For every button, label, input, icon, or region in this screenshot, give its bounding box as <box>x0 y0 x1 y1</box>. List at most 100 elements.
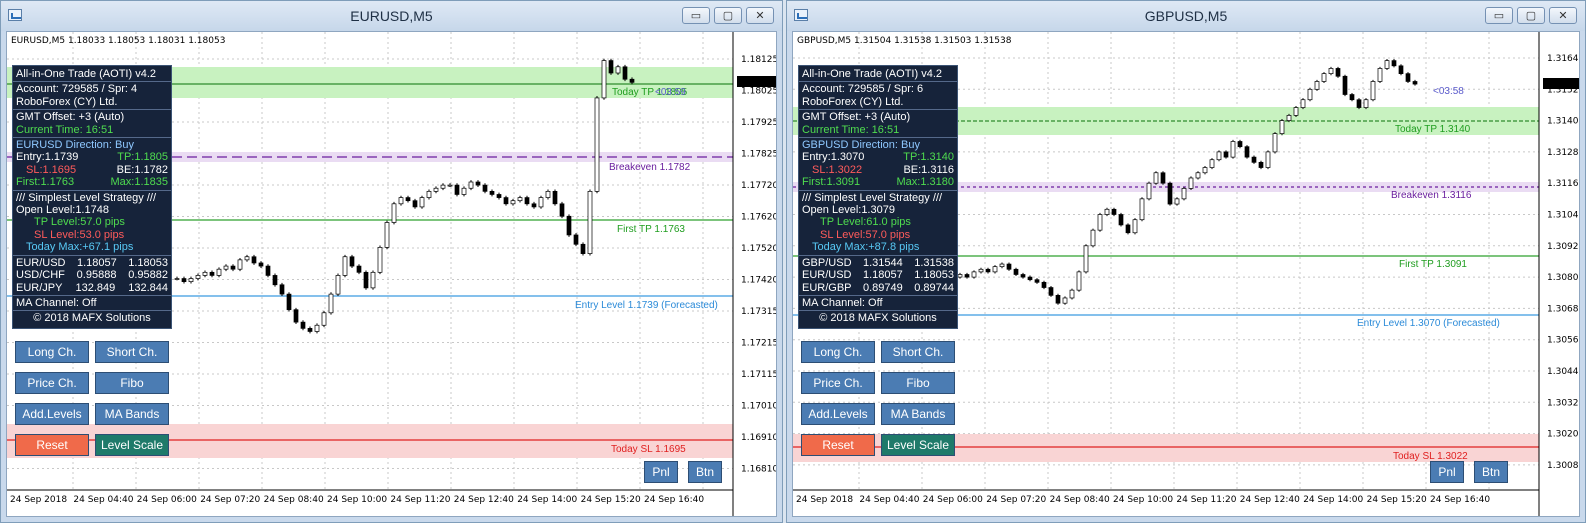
candle-body <box>615 66 621 74</box>
long-channel-button[interactable]: Long Ch. <box>801 341 875 363</box>
sl-value: SL:1.3022 <box>812 163 863 176</box>
candle-body <box>1139 198 1145 221</box>
candle-body <box>321 312 327 326</box>
candle-body <box>1370 81 1376 101</box>
candle-body <box>1272 133 1278 153</box>
breakeven-label: Breakeven 1.1782 <box>609 162 691 173</box>
quote-ask: 1.18053 <box>914 269 954 282</box>
add-levels-button[interactable]: Add.Levels <box>801 403 875 425</box>
price-chart[interactable]: 1.18125 1.18025 1.17925 1.17825 1.17720 1.176… <box>6 31 777 517</box>
candle-body <box>1041 281 1047 288</box>
price-chart[interactable]: 1.31640 1.31520 1.31400 1.31280 1.31160 1.310… <box>792 31 1580 517</box>
candle-body <box>1174 198 1180 205</box>
candle-body <box>1181 188 1187 200</box>
candle-body <box>1314 81 1320 90</box>
fibo-button[interactable]: Fibo <box>95 372 169 394</box>
candle-body <box>377 247 383 273</box>
candle-body <box>1034 279 1040 283</box>
fibo-button[interactable]: Fibo <box>881 372 955 394</box>
close-button[interactable]: ✕ <box>746 7 774 24</box>
reset-button[interactable]: Reset <box>801 434 875 456</box>
quote-ask: 0.89744 <box>914 281 954 294</box>
candle-body <box>1230 141 1236 158</box>
candle-body <box>363 271 369 289</box>
add-levels-button[interactable]: Add.Levels <box>15 403 89 425</box>
candle-body <box>1412 81 1418 85</box>
btn-button[interactable]: Btn <box>688 461 722 483</box>
price-tick-label: 1.30200 <box>1547 430 1580 440</box>
ma-bands-button[interactable]: MA Bands <box>95 403 169 425</box>
open-level: Open Level:1.3079 <box>802 204 895 217</box>
candle-body <box>1055 295 1061 304</box>
candle-body <box>1125 224 1131 234</box>
candle-body <box>1160 172 1166 184</box>
current-price-label: 1.31538 <box>1545 81 1580 91</box>
time-tick-label: 24 Sep 10:00 <box>327 495 387 505</box>
price-channel-button[interactable]: Price Ch. <box>15 372 89 394</box>
today-max: Today Max:+67.1 pips <box>26 241 134 254</box>
candle-body <box>1209 159 1215 168</box>
candle-body <box>1356 99 1362 108</box>
time-tick-label: 24 Sep 10:00 <box>1113 495 1173 505</box>
window-title: GBPUSD,M5 <box>1144 8 1228 24</box>
level-scale-button[interactable]: Level Scale <box>881 434 955 456</box>
minimize-button[interactable]: ▭ <box>682 7 710 24</box>
window-titlebar[interactable]: EURUSD,M5 ▭ ▢ ✕ <box>1 1 782 31</box>
account-info: Account: 729585 / Spr: 6 <box>802 83 924 96</box>
candle-body <box>1027 276 1033 281</box>
long-channel-button[interactable]: Long Ch. <box>15 341 89 363</box>
candle-body <box>1251 156 1257 163</box>
candle-body <box>1013 268 1019 275</box>
open-level: Open Level:1.1748 <box>16 204 109 217</box>
time-tick-label: 24 Sep 07:20 <box>200 495 260 505</box>
candle-body <box>1216 151 1222 161</box>
tp-level: TP Level:61.0 pips <box>820 216 911 229</box>
current-time: Current Time: 16:51 <box>802 123 900 136</box>
minimize-button[interactable]: ▭ <box>1485 7 1513 24</box>
time-tick-label: 24 Sep 15:20 <box>1367 495 1427 505</box>
time-tick-label: 24 Sep 15:20 <box>581 495 641 505</box>
candle-body <box>356 265 362 273</box>
time-tick-label: 24 Sep 06:00 <box>137 495 197 505</box>
candle-body <box>978 268 984 273</box>
chart-window-gbpusd[interactable]: GBPUSD,M5 ▭ ▢ ✕ 1.31640 1.31520 1.31400 1.3… <box>786 0 1586 523</box>
pnl-button[interactable]: Pnl <box>644 461 678 483</box>
candle-body <box>482 184 488 192</box>
price-tick-label: 1.17215 <box>741 339 777 349</box>
ma-bands-button[interactable]: MA Bands <box>881 403 955 425</box>
price-tick-label: 1.30560 <box>1547 336 1580 346</box>
candle-body <box>419 197 425 208</box>
candle-body <box>573 234 579 245</box>
candle-body <box>202 271 208 276</box>
short-channel-button[interactable]: Short Ch. <box>881 341 955 363</box>
maximize-button[interactable]: ▢ <box>1517 7 1545 24</box>
candle-body <box>244 256 250 261</box>
candle-body <box>1090 229 1096 247</box>
short-channel-button[interactable]: Short Ch. <box>95 341 169 363</box>
candle-body <box>237 259 243 270</box>
price-tick-label: 1.31040 <box>1547 211 1580 221</box>
price-channel-button[interactable]: Price Ch. <box>801 372 875 394</box>
time-tick-label: 24 Sep 16:40 <box>1430 495 1490 505</box>
price-tick-label: 1.31640 <box>1547 54 1580 64</box>
btn-button[interactable]: Btn <box>1474 461 1508 483</box>
chart-window-eurusd[interactable]: EURUSD,M5 ▭ ▢ ✕ 1.18125 1.18025 1.17925 1.1… <box>0 0 783 523</box>
window-titlebar[interactable]: GBPUSD,M5 ▭ ▢ ✕ <box>787 1 1585 31</box>
maximize-button[interactable]: ▢ <box>714 7 742 24</box>
candle-body <box>1223 151 1229 158</box>
level-scale-button[interactable]: Level Scale <box>95 434 169 456</box>
candle-body <box>1398 65 1404 75</box>
entry-value: Entry:1.1739 <box>16 151 79 164</box>
close-button[interactable]: ✕ <box>1549 7 1577 24</box>
reset-button[interactable]: Reset <box>15 434 89 456</box>
time-tick-label: 24 Sep 08:40 <box>1050 495 1110 505</box>
max-value: Max:1.1835 <box>110 176 168 189</box>
be-value: BE:1.1782 <box>116 163 168 176</box>
countdown-label: <03:58 <box>1433 86 1464 97</box>
candle-body <box>251 256 257 264</box>
quote-symbol: USD/CHF <box>16 269 65 282</box>
pnl-button[interactable]: Pnl <box>1430 461 1464 483</box>
candle-body <box>1405 73 1411 82</box>
sl-value: SL:1.1695 <box>26 163 77 176</box>
indicator-name: All-in-One Trade (AOTI) v4.2 <box>16 68 156 80</box>
